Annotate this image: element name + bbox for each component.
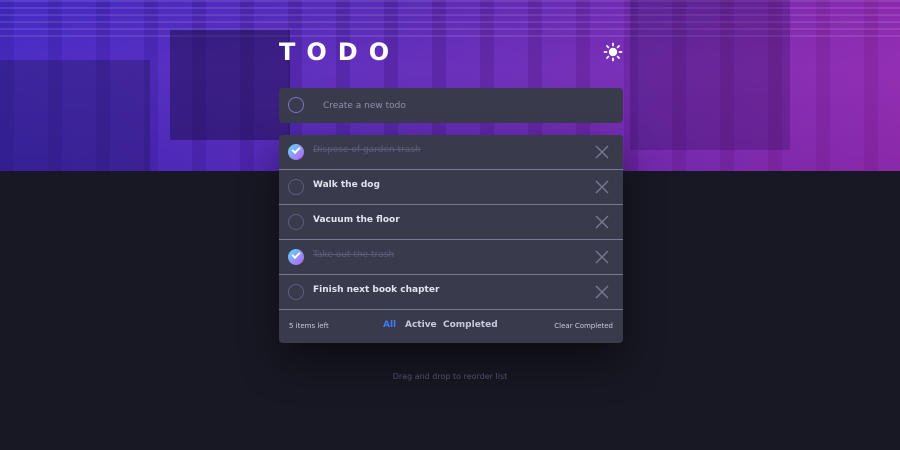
- sun-icon: [603, 42, 623, 62]
- clear-completed-button[interactable]: Clear Completed: [554, 322, 613, 330]
- checkbox-checked-icon[interactable]: [288, 144, 304, 160]
- todo-label: Vacuum the floor: [313, 215, 400, 225]
- todo-label: Dispose of garden trash: [313, 145, 421, 155]
- close-icon[interactable]: [595, 250, 609, 264]
- todo-item[interactable]: Walk the dog: [279, 170, 623, 205]
- todo-item[interactable]: Take out the trash: [279, 240, 623, 275]
- todo-item[interactable]: Vacuum the floor: [279, 205, 623, 240]
- theme-toggle-button[interactable]: [603, 42, 623, 62]
- todo-item[interactable]: Dispose of garden trash: [279, 135, 623, 170]
- close-icon[interactable]: [595, 145, 609, 159]
- items-left-count: 5 items left: [289, 322, 329, 330]
- header: TODO: [279, 38, 623, 68]
- todo-label: Walk the dog: [313, 180, 380, 190]
- new-todo-bar: [279, 88, 623, 123]
- todo-label: Finish next book chapter: [313, 285, 440, 295]
- checkbox-icon[interactable]: [288, 214, 304, 230]
- new-todo-circle-icon[interactable]: [288, 97, 304, 113]
- checkbox-icon[interactable]: [288, 179, 304, 195]
- close-icon[interactable]: [595, 285, 609, 299]
- filter-completed[interactable]: Completed: [443, 320, 498, 330]
- close-icon[interactable]: [595, 215, 609, 229]
- filter-active[interactable]: Active: [405, 320, 437, 330]
- todo-label: Take out the trash: [313, 250, 395, 260]
- list-footer: 5 items left All Active Completed Clear …: [279, 310, 623, 343]
- drag-hint: Drag and drop to reorder list: [392, 372, 508, 381]
- todo-item[interactable]: Finish next book chapter: [279, 275, 623, 310]
- todo-list: Dispose of garden trash Walk the dog Vac…: [279, 135, 623, 343]
- checkbox-icon[interactable]: [288, 284, 304, 300]
- filter-all[interactable]: All: [383, 320, 396, 330]
- new-todo-input[interactable]: [323, 97, 603, 115]
- close-icon[interactable]: [595, 180, 609, 194]
- checkbox-checked-icon[interactable]: [288, 249, 304, 265]
- app-title: TODO: [279, 38, 401, 66]
